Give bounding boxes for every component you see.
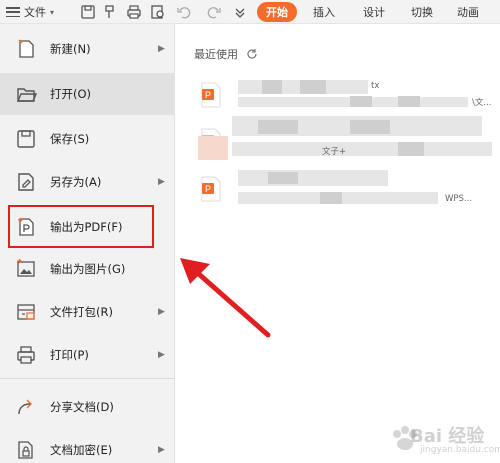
menu-item-label: 新建(N) xyxy=(50,42,91,56)
tab-home[interactable]: 开始 xyxy=(257,2,297,22)
image-icon xyxy=(15,258,37,280)
save-as-icon xyxy=(15,171,37,193)
tab-animation[interactable]: 动画 xyxy=(450,2,486,22)
menu-item-package[interactable]: 文件打包(R) ▶ xyxy=(0,291,175,333)
file-path-fragment: WPS... xyxy=(445,194,473,204)
menu-item-label: 输出为图片(G) xyxy=(50,262,126,276)
save-icon xyxy=(15,128,37,150)
customize-icon[interactable] xyxy=(232,4,248,20)
chevron-right-icon: ▶ xyxy=(158,44,165,54)
highlight-box xyxy=(8,205,154,248)
menu-item-label: 分享文档(D) xyxy=(50,400,114,414)
menu-item-label: 保存(S) xyxy=(50,132,90,146)
menu-item-label: 文档加密(E) xyxy=(50,443,113,457)
tab-transition[interactable]: 切换 xyxy=(404,2,440,22)
undo-icon[interactable] xyxy=(176,4,192,20)
menu-item-label: 打印(P) xyxy=(50,348,89,362)
menu-item-label: 文件打包(R) xyxy=(50,305,113,319)
tab-insert[interactable]: 插入 xyxy=(306,2,342,22)
svg-text:P: P xyxy=(205,184,211,194)
svg-text:P: P xyxy=(205,90,211,100)
format-painter-icon[interactable] xyxy=(102,4,118,20)
menu-item-save-as[interactable]: 另存为(A) ▶ xyxy=(0,161,175,203)
package-icon xyxy=(15,301,37,323)
menu-divider xyxy=(0,378,175,379)
file-name-fragment: tx xyxy=(371,81,380,91)
menu-item-export-image[interactable]: 输出为图片(G) xyxy=(0,248,175,290)
menu-item-label: 另存为(A) xyxy=(50,175,102,189)
chevron-right-icon: ▶ xyxy=(158,177,165,187)
recent-title: 最近使用 xyxy=(194,46,258,62)
print-icon[interactable] xyxy=(126,4,142,20)
ppt-file-icon: P xyxy=(200,176,222,202)
chevron-right-icon: ▶ xyxy=(158,307,165,317)
file-menu-button[interactable]: 文件 ▾ xyxy=(2,2,70,22)
save-icon[interactable] xyxy=(80,4,96,20)
chevron-right-icon: ▶ xyxy=(158,350,165,360)
watermark-sub: jingyan.baidu.com xyxy=(420,445,500,455)
new-document-icon xyxy=(15,38,37,60)
lock-icon xyxy=(15,439,37,461)
menu-item-label: 打开(O) xyxy=(50,87,92,101)
redo-icon[interactable] xyxy=(206,4,222,20)
ppt-file-icon: P xyxy=(200,82,222,108)
red-arrow-annotation xyxy=(180,258,271,338)
folder-icon xyxy=(15,83,37,105)
menu-item-save[interactable]: 保存(S) xyxy=(0,118,175,160)
print-preview-icon[interactable] xyxy=(150,4,166,20)
file-menu-label: 文件 xyxy=(24,6,46,19)
refresh-icon[interactable] xyxy=(246,48,258,60)
menu-item-encrypt[interactable]: 文档加密(E) ▶ xyxy=(0,429,175,463)
chevron-right-icon: ▶ xyxy=(158,445,165,455)
file-path-fragment: \文... xyxy=(472,98,492,108)
hamburger-icon xyxy=(6,7,20,17)
menu-item-open[interactable]: 打开(O) xyxy=(0,73,175,115)
share-icon xyxy=(15,396,37,418)
menu-item-print[interactable]: 打印(P) ▶ xyxy=(0,334,175,376)
tab-design[interactable]: 设计 xyxy=(356,2,392,22)
file-path-fragment: 文子+ xyxy=(322,147,347,157)
menu-item-share[interactable]: 分享文档(D) xyxy=(0,386,175,428)
print-icon xyxy=(15,344,37,366)
top-toolbar: 文件 ▾ 开始 插入 设计 切换 动画 xyxy=(0,0,500,24)
menu-item-new[interactable]: 新建(N) ▶ xyxy=(0,28,175,70)
chevron-down-icon: ▾ xyxy=(50,7,55,17)
